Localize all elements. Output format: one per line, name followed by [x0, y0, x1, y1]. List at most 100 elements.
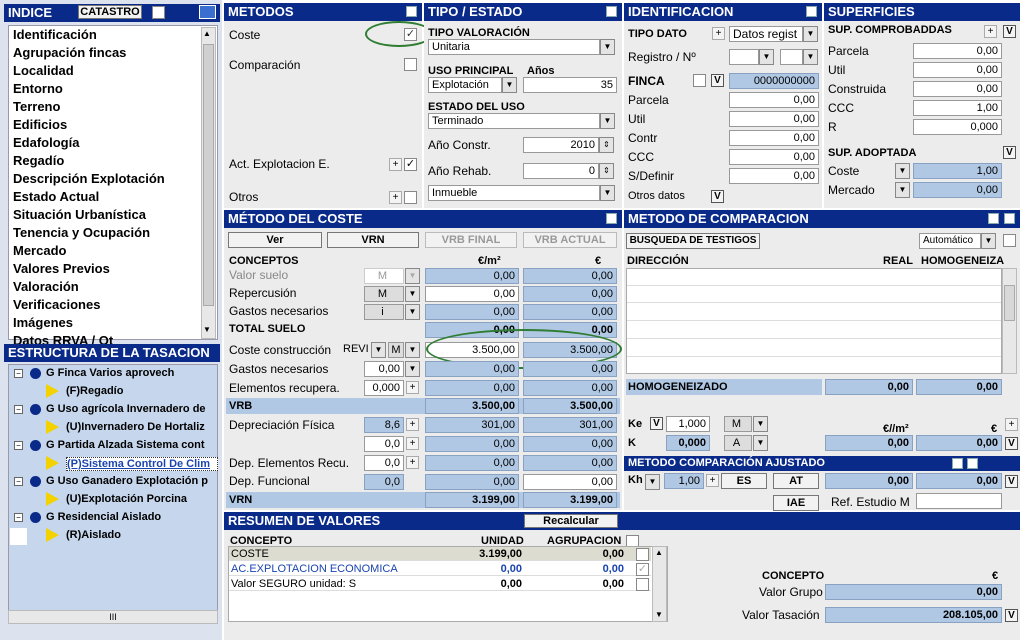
ajustado-toggle1[interactable] [952, 458, 963, 469]
uso-principal-select[interactable]: Explotación [428, 77, 502, 93]
ajustado-toggle2[interactable] [967, 458, 978, 469]
tree-item[interactable]: (R)Aislado [66, 529, 216, 541]
k-input[interactable]: 0,000 [666, 435, 710, 451]
anos-input[interactable]: 35 [523, 77, 617, 93]
superficie-input[interactable]: 0,000 [913, 119, 1002, 135]
modo-dropdown[interactable]: ▼ [981, 233, 996, 249]
indice-item[interactable]: Imágenes [13, 315, 73, 330]
busqueda-testigos-button[interactable]: BUSQUEDA DE TESTIGOS [626, 233, 760, 249]
k-select[interactable]: A [724, 435, 752, 451]
estado-uso-select[interactable]: Terminado [428, 113, 600, 129]
extra-add[interactable]: + [406, 437, 419, 450]
adoptada-dropdown[interactable]: ▼ [895, 163, 910, 179]
otros-datos-v-button[interactable]: V [711, 190, 724, 203]
tree-leaf-arrow-icon[interactable] [46, 384, 59, 398]
repercusion-select[interactable]: M [364, 286, 404, 302]
indice-scroll-up[interactable]: ▲ [203, 29, 211, 38]
recalcular-button[interactable]: Recalcular [524, 514, 618, 528]
elementos-add[interactable]: + [406, 381, 419, 394]
indice-item[interactable]: Edafología [13, 135, 79, 150]
k-add[interactable]: + [1005, 418, 1018, 431]
k-v-button[interactable]: V [1005, 437, 1018, 450]
superficie-input[interactable]: 0,00 [913, 81, 1002, 97]
depreciacion-add[interactable]: + [406, 418, 419, 431]
comparacion-checkbox[interactable] [404, 58, 417, 71]
metodos-header-toggle[interactable] [406, 6, 417, 17]
at-button[interactable]: AT [773, 473, 819, 489]
registro-select[interactable] [729, 49, 759, 65]
indice-item[interactable]: Localidad [13, 63, 74, 78]
finca-v-button[interactable]: V [711, 74, 724, 87]
ano-rehab-spinner[interactable]: ⇕ [599, 163, 614, 179]
dep-elem-input[interactable]: 0,0 [364, 455, 404, 471]
indice-checkbox[interactable] [152, 6, 165, 19]
ident-row-input[interactable]: 0,00 [729, 149, 819, 165]
elementos-input[interactable]: 0,000 [364, 380, 404, 396]
vrn-button[interactable]: VRN [327, 232, 419, 248]
uso-principal-dropdown[interactable]: ▼ [502, 77, 517, 93]
valor-tasacion-v-button[interactable]: V [1005, 609, 1018, 622]
gastos-nec-select[interactable]: i [364, 304, 404, 320]
tipo-valoracion-select[interactable]: Unitaria [428, 39, 600, 55]
tree-leaf-arrow-icon[interactable] [46, 420, 59, 434]
repercusion-dropdown[interactable]: ▼ [405, 286, 420, 302]
ke-input[interactable]: 1,000 [666, 416, 710, 432]
iae-button[interactable]: IAE [773, 495, 819, 511]
valor-suelo-dropdown[interactable]: ▼ [405, 268, 420, 284]
registro-num-dropdown[interactable]: ▼ [803, 49, 818, 65]
tipo-dato-add[interactable]: + [712, 27, 725, 40]
coste-header-toggle[interactable] [606, 213, 617, 224]
gastos-nec2-input[interactable]: 0,00 [364, 361, 404, 377]
extra-input[interactable]: 0,0 [364, 436, 404, 452]
tipo-valoracion-dropdown[interactable]: ▼ [600, 39, 615, 55]
indice-item[interactable]: Descripción Explotación [13, 171, 165, 186]
tree-item[interactable]: (P)Sistema Control De Clim [66, 457, 218, 471]
tree-expand-icon[interactable]: − [14, 513, 23, 522]
tree-expand-icon[interactable]: − [14, 477, 23, 486]
otros-add-button[interactable]: + [389, 191, 402, 204]
act-add-button[interactable]: + [389, 158, 402, 171]
superficie-input[interactable]: 0,00 [913, 62, 1002, 78]
registro-num-select[interactable] [780, 49, 803, 65]
gastos-nec-dropdown[interactable]: ▼ [405, 304, 420, 320]
tree-expand-icon[interactable]: − [14, 441, 23, 450]
tree-item[interactable]: G Uso Ganadero Explotación p [46, 475, 216, 487]
indice-item[interactable]: Valores Previos [13, 261, 110, 276]
catastro-button[interactable]: CATASTRO [78, 5, 142, 19]
depreciacion-input[interactable]: 8,6 [364, 417, 404, 433]
act-checkbox[interactable]: ✓ [404, 158, 417, 171]
tree-item[interactable]: G Uso agrícola Invernadero de [46, 403, 216, 415]
indice-item[interactable]: Situación Urbanística [13, 207, 146, 222]
ref-estudio-input[interactable] [916, 493, 1002, 509]
comparacion-toggle2[interactable] [1004, 213, 1015, 224]
dep-elem-add[interactable]: + [406, 456, 419, 469]
finca-checkbox[interactable] [693, 74, 706, 87]
testigos-scroll-thumb[interactable] [1004, 285, 1015, 321]
tree-item[interactable]: (U)Explotación Porcina [66, 493, 216, 505]
gastos-nec2-dropdown[interactable]: ▼ [405, 361, 420, 377]
indice-scroll-down[interactable]: ▼ [203, 325, 211, 334]
indice-item[interactable]: Verificaciones [13, 297, 100, 312]
ke-select[interactable]: M [724, 416, 752, 432]
tree-item[interactable]: (U)Invernadero De Hortaliz [66, 421, 216, 433]
valor-suelo-select[interactable]: M [364, 268, 404, 284]
indice-item[interactable]: Mercado [13, 243, 66, 258]
tree-item[interactable]: (F)Regadío [66, 385, 216, 397]
resumen-row-checkbox[interactable]: ✓ [636, 563, 649, 576]
tipo-header-toggle[interactable] [606, 6, 617, 17]
kh-dropdown[interactable]: ▼ [645, 474, 660, 490]
kh-input[interactable]: 1,00 [664, 473, 704, 489]
coste-constr-dropdown2[interactable]: ▼ [405, 342, 420, 358]
tipo-dato-select[interactable]: Datos regist [729, 26, 803, 42]
resumen-scroll-up[interactable]: ▲ [655, 548, 663, 557]
ano-constr-spinner[interactable]: ⇕ [599, 137, 614, 153]
adoptada-dropdown[interactable]: ▼ [895, 182, 910, 198]
modo-select[interactable]: Automático [919, 233, 981, 249]
indice-menu-icon[interactable] [199, 5, 216, 19]
comparacion-toggle1[interactable] [988, 213, 999, 224]
ajustado-v-button[interactable]: V [1005, 475, 1018, 488]
tree-item[interactable]: G Partida Alzada Sistema cont [46, 439, 216, 451]
modo-checkbox[interactable] [1003, 234, 1016, 247]
adoptada-v-button[interactable]: V [1003, 146, 1016, 159]
dep-func-eur[interactable]: 0,00 [523, 474, 617, 490]
